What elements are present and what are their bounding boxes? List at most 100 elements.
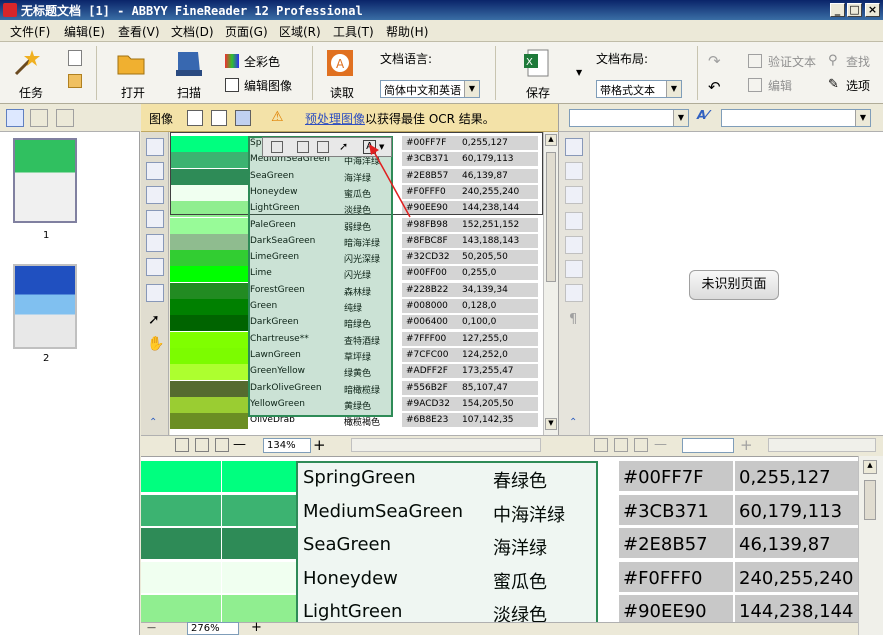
small-folder-icon[interactable] xyxy=(68,74,82,88)
verify-button[interactable]: 验证文本 xyxy=(768,53,816,70)
minimize-button[interactable]: _ xyxy=(830,3,845,17)
text-tool-icon[interactable] xyxy=(565,138,583,156)
text-tool-icon[interactable] xyxy=(565,186,583,204)
read-button[interactable]: A xyxy=(325,48,355,81)
text-tool-icon[interactable] xyxy=(565,212,583,230)
edit-image-icon xyxy=(225,78,239,92)
color-swatch xyxy=(170,413,248,430)
image-zoom-select[interactable]: 134% xyxy=(263,438,311,453)
maximize-button[interactable]: □ xyxy=(847,3,862,17)
menu-area[interactable]: 区域(R) xyxy=(279,23,321,40)
collapse-icon[interactable]: ⌃ xyxy=(569,417,577,428)
page-thumbnail-1[interactable] xyxy=(13,138,77,223)
area-tool-icon[interactable] xyxy=(297,141,309,153)
image-tool-icon[interactable] xyxy=(235,110,251,126)
scroll-up-icon[interactable]: ▲ xyxy=(545,134,557,146)
fit-width-icon[interactable] xyxy=(195,438,209,452)
menu-tools[interactable]: 工具(T) xyxy=(333,23,374,40)
zoom-in-icon[interactable]: + xyxy=(313,436,326,454)
page-thumbnail-2[interactable] xyxy=(13,264,77,349)
zoom-pane-zoom-select[interactable]: 276% xyxy=(187,622,239,635)
recognize-area-icon[interactable] xyxy=(146,186,164,204)
text-tool-icon[interactable] xyxy=(565,284,583,302)
text-tool-icon[interactable] xyxy=(565,162,583,180)
save-dropdown-icon[interactable]: ▼ xyxy=(576,68,582,77)
edit-image-button[interactable]: 编辑图像 xyxy=(244,77,292,94)
fit-height-icon[interactable] xyxy=(634,438,648,452)
new-doc-icon[interactable] xyxy=(68,50,82,66)
undo-icon[interactable]: ↶ xyxy=(708,78,721,96)
text-horizontal-scrollbar[interactable] xyxy=(768,438,876,452)
open-button[interactable] xyxy=(116,48,146,81)
fit-width-icon[interactable] xyxy=(614,438,628,452)
task-button[interactable] xyxy=(12,48,42,81)
full-color-button[interactable]: 全彩色 xyxy=(244,53,280,70)
image-tool-icon[interactable] xyxy=(211,110,227,126)
text-tool-icon[interactable] xyxy=(565,260,583,278)
pages-panel: 1 2 xyxy=(0,104,140,635)
menu-file[interactable]: 文件(F) xyxy=(10,23,50,40)
find-button[interactable]: 查找 xyxy=(846,53,870,70)
zoom-vertical-scrollbar[interactable]: ▲ xyxy=(858,456,883,635)
doc-lang-select[interactable]: 简体中文和英语 ▼ xyxy=(380,80,480,98)
scroll-up-icon[interactable]: ▲ xyxy=(863,460,877,474)
area-tool-icon[interactable] xyxy=(271,141,283,153)
menu-document[interactable]: 文档(D) xyxy=(171,23,214,40)
list-view-icon[interactable] xyxy=(30,109,48,127)
fit-page-icon[interactable] xyxy=(175,438,189,452)
select-area-icon[interactable] xyxy=(146,234,164,252)
image-tool-icon[interactable] xyxy=(187,110,203,126)
zoom-in-icon[interactable]: + xyxy=(740,436,753,454)
menu-edit[interactable]: 编辑(E) xyxy=(64,23,105,40)
area-tool-icon[interactable] xyxy=(317,141,329,153)
thumbnail-view-icon[interactable] xyxy=(6,109,24,127)
redo-icon[interactable]: ↷ xyxy=(708,52,721,70)
zoom-out-icon[interactable]: — xyxy=(233,437,246,452)
picture-area-icon[interactable] xyxy=(146,162,164,180)
color-swatch xyxy=(170,331,248,348)
zoom-out-icon[interactable]: — xyxy=(147,623,156,633)
scroll-thumb[interactable] xyxy=(864,480,876,520)
page-settings-icon[interactable] xyxy=(56,109,74,127)
excel-icon: X xyxy=(524,49,549,77)
paragraph-icon[interactable]: ¶ xyxy=(569,312,577,327)
fit-height-icon[interactable] xyxy=(215,438,229,452)
pointer-icon[interactable]: ➚ xyxy=(339,140,348,153)
cell-rgb: 0,128,0 xyxy=(462,301,497,311)
color-swatch xyxy=(170,396,248,413)
zoom-pane[interactable]: SpringGreen 春绿色 #00FF7F 0,255,127 MediumSeaG… xyxy=(141,456,858,622)
pointer-icon[interactable]: ➚ xyxy=(148,312,160,328)
font-style-select[interactable]: ▼ xyxy=(569,109,689,127)
menu-page[interactable]: 页面(G) xyxy=(225,23,268,40)
image-pane[interactable]: SpringGreen春绿色#00FF7F0,255,127MediumSeaG… xyxy=(170,132,543,435)
collapse-icon[interactable]: ⌃ xyxy=(149,417,157,428)
scroll-thumb[interactable] xyxy=(546,152,556,282)
layout-value: 带格式文本 xyxy=(600,84,655,97)
layout-select[interactable]: 带格式文本 ▼ xyxy=(596,80,682,98)
text-tool-icon[interactable] xyxy=(565,236,583,254)
zoom-in-icon[interactable]: + xyxy=(251,620,262,635)
order-area-icon[interactable] xyxy=(146,284,164,302)
scroll-down-icon[interactable]: ▼ xyxy=(545,418,557,430)
image-vertical-scrollbar[interactable]: ▲ ▼ xyxy=(543,132,558,435)
font-icon[interactable]: A⁄ xyxy=(697,108,708,122)
image-horizontal-scrollbar[interactable] xyxy=(351,438,541,452)
hand-icon[interactable]: ✋ xyxy=(147,336,164,352)
chevron-down-icon: ▼ xyxy=(673,110,688,126)
table-area-icon[interactable] xyxy=(146,210,164,228)
zoom-selected-area[interactable] xyxy=(296,461,598,622)
scan-button[interactable] xyxy=(174,48,204,81)
menu-view[interactable]: 查看(V) xyxy=(118,23,160,40)
font-name-select[interactable]: ▼ xyxy=(721,109,871,127)
preprocess-link[interactable]: 预处理图像 xyxy=(305,112,365,126)
edit-button[interactable]: 编辑 xyxy=(768,77,792,94)
options-button[interactable]: 选项 xyxy=(846,77,870,94)
save-button[interactable]: X xyxy=(522,48,552,81)
menu-help[interactable]: 帮助(H) xyxy=(386,23,428,40)
close-button[interactable]: × xyxy=(865,3,880,17)
zoom-out-icon[interactable]: — xyxy=(654,437,667,452)
text-zoom-select[interactable] xyxy=(682,438,734,453)
text-area-icon[interactable] xyxy=(146,138,164,156)
delete-area-icon[interactable] xyxy=(146,258,164,276)
fit-page-icon[interactable] xyxy=(594,438,608,452)
